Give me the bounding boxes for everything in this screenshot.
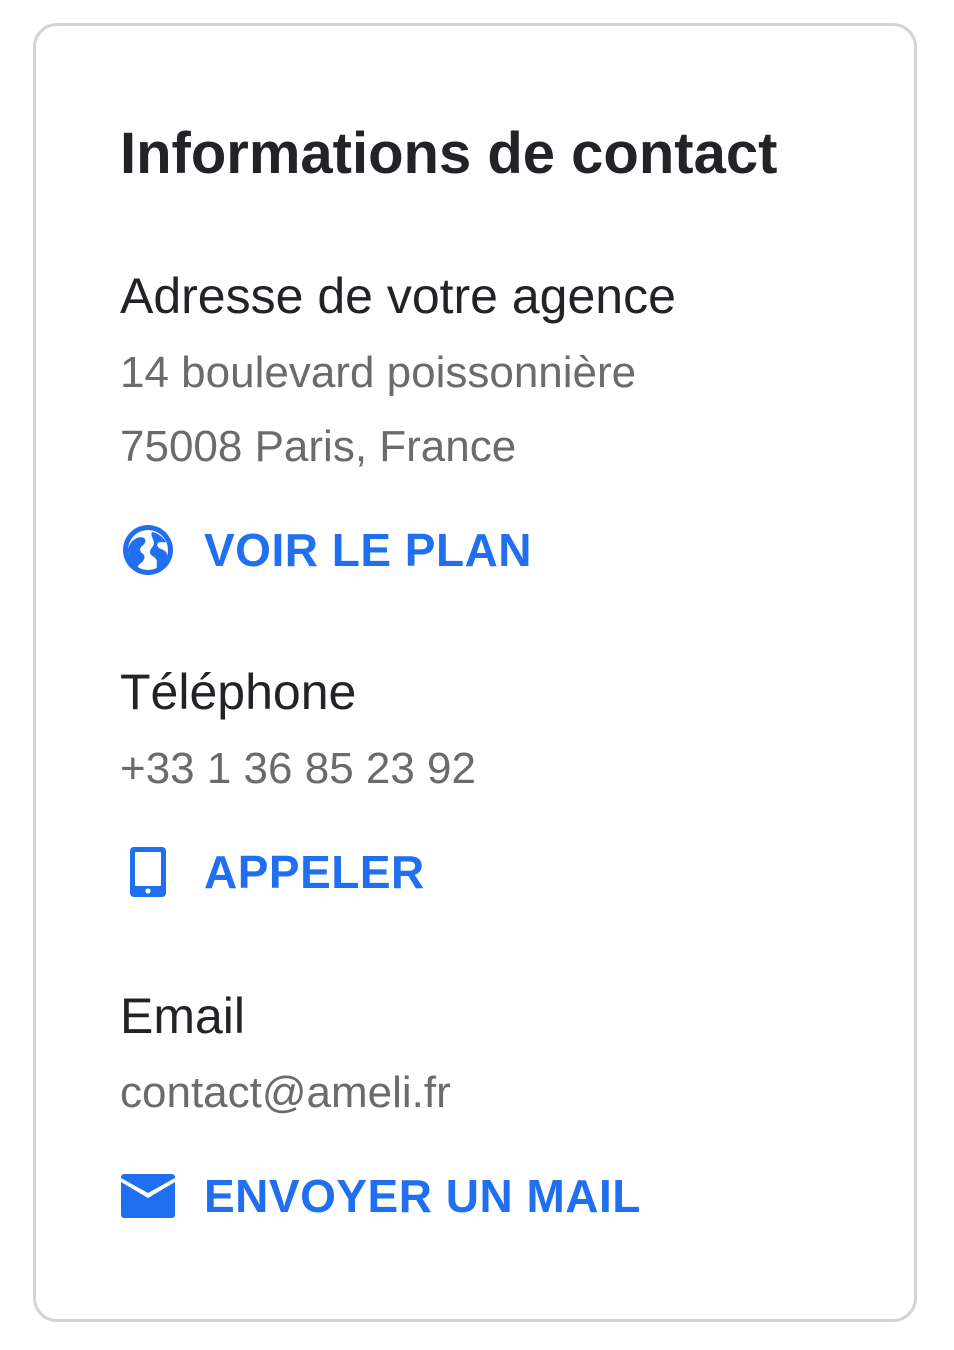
- address-line-2: 75008 Paris, France: [120, 422, 517, 471]
- email-address: contact@ameli.fr: [120, 1068, 451, 1117]
- address-label: Adresse de votre agence: [120, 268, 676, 324]
- view-map-button[interactable]: VOIR LE PLAN: [120, 522, 874, 578]
- email-section: Email contact@ameli.fr ENVOYER UN MAIL: [120, 986, 874, 1224]
- mobile-phone-icon: [120, 844, 176, 900]
- phone-label: Téléphone: [120, 664, 357, 720]
- address-values: 14 boulevard poissonnière 75008 Paris, F…: [120, 336, 874, 484]
- email-label: Email: [120, 988, 246, 1044]
- globe-icon: [120, 522, 176, 578]
- send-mail-button[interactable]: ENVOYER UN MAIL: [120, 1168, 874, 1224]
- card-title: Informations de contact: [120, 121, 778, 186]
- send-mail-label: ENVOYER UN MAIL: [204, 1170, 641, 1222]
- envelope-icon: [120, 1168, 176, 1224]
- email-values: contact@ameli.fr: [120, 1056, 874, 1130]
- address-line-1: 14 boulevard poissonnière: [120, 348, 637, 397]
- contact-info-card: Informations de contact Adresse de votre…: [33, 23, 917, 1322]
- phone-number: +33 1 36 85 23 92: [120, 744, 476, 793]
- phone-values: +33 1 36 85 23 92: [120, 732, 874, 806]
- call-button[interactable]: APPELER: [120, 844, 874, 900]
- phone-section: Téléphone +33 1 36 85 23 92 APPELER: [120, 662, 874, 900]
- call-label: APPELER: [204, 846, 425, 898]
- view-map-label: VOIR LE PLAN: [204, 524, 533, 576]
- address-section: Adresse de votre agence 14 boulevard poi…: [120, 266, 874, 578]
